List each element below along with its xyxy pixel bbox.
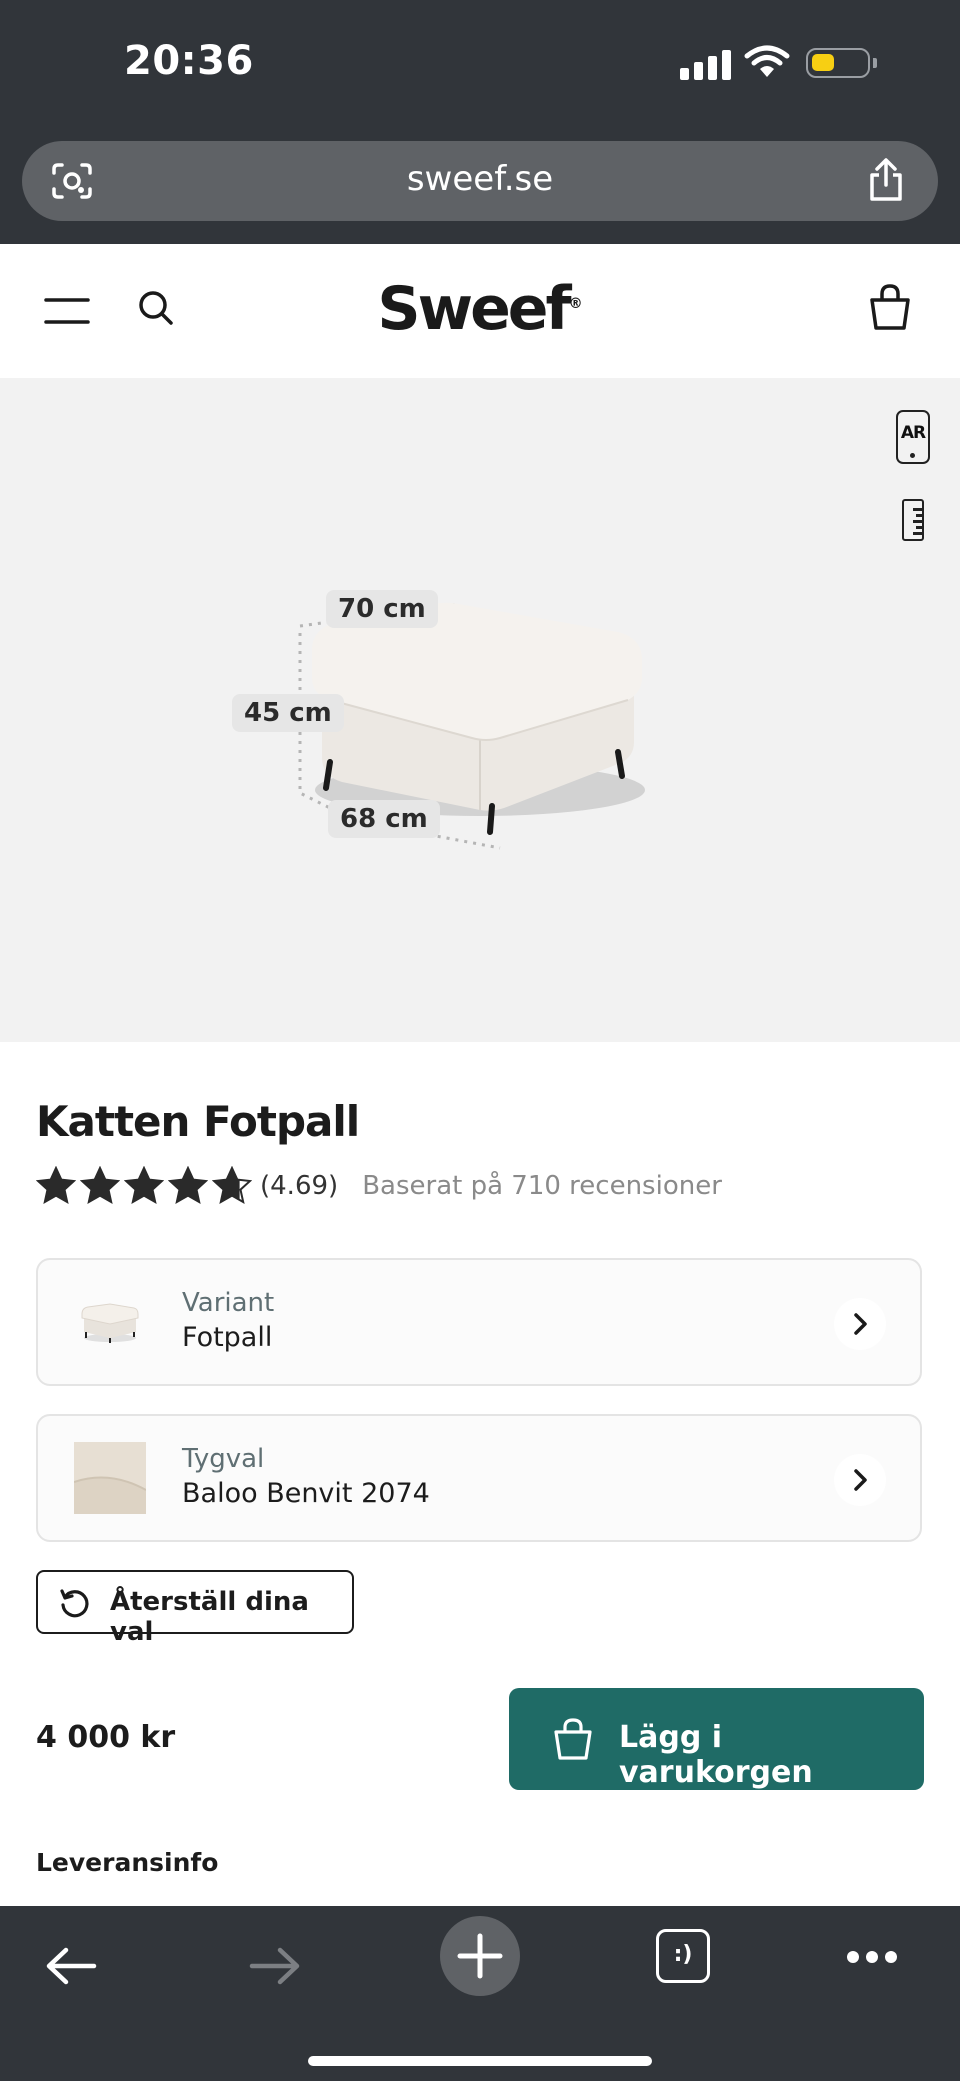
star-icon xyxy=(212,1166,252,1204)
product-price: 4 000 kr xyxy=(36,1720,176,1755)
depth-dimension-label: 68 cm xyxy=(328,800,440,838)
variant-chevron-button[interactable] xyxy=(834,1298,886,1350)
variant-label: Variant xyxy=(182,1288,275,1318)
review-count[interactable]: Baserat på 710 recensioner xyxy=(362,1171,722,1201)
star-icon xyxy=(36,1166,76,1204)
browser-bottom-toolbar: :) xyxy=(0,1906,960,2081)
fabric-chevron-button[interactable] xyxy=(834,1454,886,1506)
shopping-bag-icon[interactable] xyxy=(866,282,914,334)
rating-row[interactable]: (4.69) Baserat på 710 recensioner xyxy=(36,1164,722,1208)
delivery-info-heading[interactable]: Leveransinfo xyxy=(36,1848,218,1877)
reset-choices-label: Återställ dina val xyxy=(110,1587,309,1647)
variant-value: Fotpall xyxy=(182,1322,273,1353)
forward-arrow-icon[interactable] xyxy=(248,1944,302,1988)
back-arrow-icon[interactable] xyxy=(44,1944,98,1988)
logo-mark: ® xyxy=(568,296,583,312)
logo-text: Sweef xyxy=(377,274,571,344)
url-bar[interactable]: sweef.se xyxy=(22,141,938,221)
reset-choices-button[interactable]: Återställ dina val xyxy=(36,1570,354,1647)
add-to-cart-label: Lägg i varukorgen xyxy=(619,1720,813,1790)
site-header: Sweef® xyxy=(0,244,960,378)
fabric-swatch-thumbnail xyxy=(74,1442,146,1514)
share-icon[interactable] xyxy=(866,157,906,203)
home-indicator[interactable] xyxy=(308,2056,652,2066)
rating-value: (4.69) xyxy=(260,1171,339,1201)
star-icon xyxy=(80,1166,120,1204)
rating-stars xyxy=(36,1166,252,1206)
plus-icon xyxy=(457,1933,503,1979)
more-options-icon[interactable] xyxy=(846,1950,898,1964)
fabric-label: Tygval xyxy=(182,1444,265,1474)
new-tab-button[interactable] xyxy=(440,1916,520,1996)
ottoman-illustration xyxy=(298,602,645,850)
height-dimension-label: 45 cm xyxy=(232,694,344,732)
site-logo[interactable]: Sweef® xyxy=(0,274,960,344)
battery-icon xyxy=(806,48,877,78)
url-text[interactable]: sweef.se xyxy=(22,159,938,199)
width-dimension-label: 70 cm xyxy=(326,590,438,628)
chevron-right-icon xyxy=(854,1469,867,1491)
variant-thumbnail xyxy=(81,1303,139,1343)
tabs-icon-face: :) xyxy=(673,1942,693,1967)
fabric-selector[interactable]: Tygval Baloo Benvit 2074 xyxy=(36,1414,922,1542)
chevron-right-icon xyxy=(854,1313,867,1335)
tabs-button[interactable]: :) xyxy=(656,1929,710,1983)
add-to-cart-button[interactable]: Lägg i varukorgen xyxy=(509,1688,924,1790)
star-icon xyxy=(124,1166,164,1204)
variant-selector[interactable]: Variant Fotpall xyxy=(36,1258,922,1386)
shopping-bag-icon xyxy=(554,1718,592,1760)
product-image[interactable]: AR 70 cm 45 cm 68 cm xyxy=(0,378,960,1042)
wifi-icon xyxy=(744,45,790,77)
fabric-value: Baloo Benvit 2074 xyxy=(182,1478,430,1509)
battery-level xyxy=(812,54,834,71)
cellular-signal-icon xyxy=(680,50,732,80)
status-time: 20:36 xyxy=(124,38,254,84)
star-icon xyxy=(168,1166,208,1204)
reset-icon xyxy=(60,1589,89,1618)
browser-top-bar: 20:36 sweef.se xyxy=(0,0,960,244)
product-title: Katten Fotpall xyxy=(36,1097,360,1146)
